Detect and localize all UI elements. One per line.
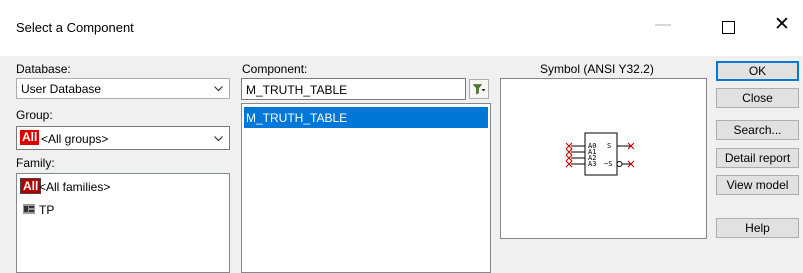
detail-report-button[interactable]: Detail report <box>716 148 799 168</box>
chevron-down-icon <box>214 136 223 142</box>
list-item[interactable]: M_TRUTH_TABLE <box>244 107 488 128</box>
help-button[interactable]: Help <box>716 218 799 238</box>
symbol-label: Symbol (ANSI Y32.2) <box>540 62 654 76</box>
pin-label: S <box>607 142 611 150</box>
component-label: Component: <box>242 62 308 76</box>
database-label: Database: <box>16 62 71 76</box>
pin-label: ~S <box>604 160 612 168</box>
component-value: M_TRUTH_TABLE <box>246 83 348 97</box>
family-item-label: TP <box>39 203 55 217</box>
database-value: User Database <box>21 82 102 96</box>
group-value: <All groups> <box>41 132 109 146</box>
family-label: Family: <box>16 156 55 170</box>
filter-button[interactable] <box>469 79 489 99</box>
group-select[interactable]: All <All groups> <box>16 126 230 150</box>
close-button[interactable]: Close <box>716 88 799 108</box>
chevron-down-icon <box>214 86 223 92</box>
family-item-all[interactable]: All <All families> <box>19 177 227 196</box>
pin-label: A3 <box>588 160 596 168</box>
maximize-icon[interactable] <box>722 21 735 34</box>
family-list[interactable]: All <All families> TP <box>16 173 230 273</box>
view-model-button[interactable]: View model <box>716 175 799 195</box>
minimize-icon[interactable]: — <box>654 17 672 34</box>
component-list-item-label: M_TRUTH_TABLE <box>246 111 348 125</box>
component-list[interactable]: M_TRUTH_TABLE <box>241 103 491 273</box>
truth-table-symbol: A0 A1 A2 A3 S ~S <box>565 132 635 176</box>
symbol-preview: A0 A1 A2 A3 S ~S <box>500 78 707 239</box>
group-label: Group: <box>16 108 53 122</box>
database-select[interactable]: User Database <box>16 78 230 99</box>
family-item-tp[interactable]: TP <box>19 200 227 219</box>
search-button[interactable]: Search... <box>716 120 799 140</box>
family-item-label: <All families> <box>39 180 111 194</box>
filter-icon <box>473 84 486 95</box>
all-groups-icon: All <box>20 130 40 145</box>
close-icon[interactable]: ✕ <box>772 14 792 34</box>
component-input[interactable]: M_TRUTH_TABLE <box>241 78 466 100</box>
ok-button[interactable]: OK <box>716 61 799 81</box>
window-title: Select a Component <box>16 20 134 35</box>
truth-table-icon <box>23 204 35 214</box>
